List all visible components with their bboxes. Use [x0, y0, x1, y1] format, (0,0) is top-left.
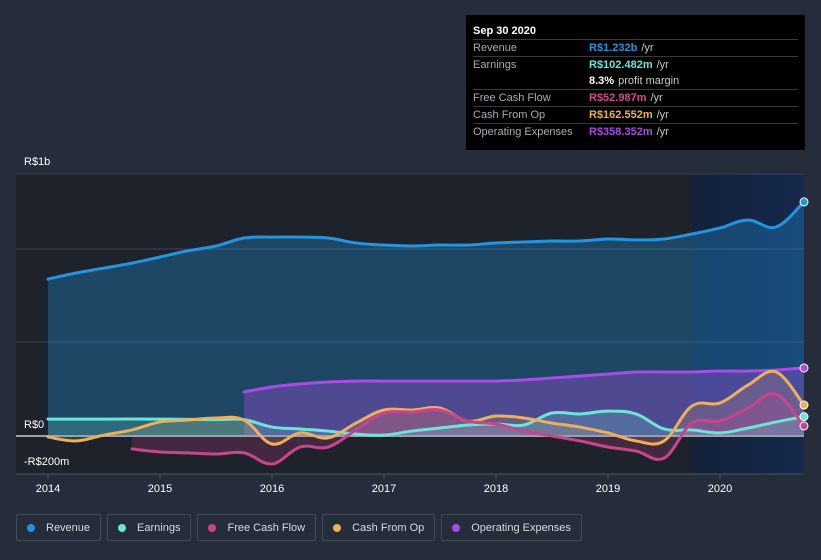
x-tick-label: 2016	[260, 483, 284, 495]
legend-dot-icon	[333, 523, 342, 532]
legend-item-revenue[interactable]: Revenue	[16, 514, 102, 541]
tooltip-row: 8.3% profit margin	[473, 73, 798, 90]
tooltip-row: Cash From Op R$162.552m/yr	[473, 107, 798, 124]
x-tick-label: 2017	[372, 483, 396, 495]
tooltip-row-suffix: /yr	[641, 42, 654, 54]
legend-item-free-cash-flow[interactable]: Free Cash Flow	[197, 514, 317, 541]
legend-item-earnings[interactable]: Earnings	[107, 514, 192, 541]
operating-expenses-endpoint	[799, 363, 809, 373]
legend-dot-icon	[27, 523, 35, 532]
x-tick-label: 2018	[484, 483, 508, 495]
legend-dot-icon	[208, 523, 217, 532]
cash-from-op-endpoint	[799, 400, 809, 410]
y-tick-label: -R$200m	[24, 456, 70, 468]
tooltip-row-value: R$162.552m	[589, 109, 653, 121]
tooltip-row-suffix: /yr	[656, 109, 669, 121]
tooltip-row: Revenue R$1.232b/yr	[473, 40, 798, 57]
tooltip-row-value: R$52.987m	[589, 92, 647, 104]
tooltip-row: Earnings R$102.482m/yr	[473, 57, 798, 73]
legend-dot-icon	[118, 523, 127, 532]
tooltip-row-label: Operating Expenses	[473, 126, 573, 138]
tooltip-row-label	[473, 73, 589, 89]
x-tick-label: 2015	[148, 483, 172, 495]
tooltip-row-suffix: /yr	[650, 92, 663, 104]
legend-item-cash-from-op[interactable]: Cash From Op	[322, 514, 436, 541]
legend: Revenue Earnings Free Cash Flow Cash From O…	[16, 514, 582, 541]
legend-dot-icon	[452, 523, 461, 532]
tooltip-row-label: Earnings	[473, 59, 517, 71]
tooltip-row-value: R$102.482m	[589, 59, 653, 71]
tooltip-row-suffix: profit margin	[618, 75, 680, 87]
tooltip: Sep 30 2020 Revenue R$1.232b/yr Earnings R$…	[466, 15, 805, 150]
earnings-endpoint	[799, 412, 809, 422]
y-tick-label: R$1b	[24, 156, 51, 168]
x-tick-label: 2019	[596, 483, 620, 495]
tooltip-row-value: 8.3%	[589, 75, 615, 87]
tooltip-row-value: R$1.232b	[589, 42, 638, 54]
x-tick-label: 2020	[708, 483, 732, 495]
tooltip-row-value: R$358.352m	[589, 126, 653, 138]
tooltip-row-suffix: /yr	[656, 59, 669, 71]
tooltip-row-label: Free Cash Flow	[473, 92, 551, 104]
tooltip-row-label: Revenue	[473, 42, 518, 54]
tooltip-row: Operating Expenses R$358.352m/yr	[473, 124, 798, 140]
legend-label: Revenue	[46, 521, 91, 534]
x-tick-label: 2014	[36, 483, 60, 495]
free-cash-flow-endpoint	[799, 421, 809, 431]
legend-item-operating-expenses[interactable]: Operating Expenses	[441, 514, 582, 541]
tooltip-row-suffix: /yr	[656, 126, 669, 138]
tooltip-row-label: Cash From Op	[473, 109, 546, 121]
y-tick-label: R$0	[24, 419, 45, 431]
legend-label: Operating Expenses	[471, 521, 571, 534]
tooltip-row: Free Cash Flow R$52.987m/yr	[473, 90, 798, 107]
legend-label: Cash From Op	[352, 521, 425, 534]
tooltip-date: Sep 30 2020	[473, 23, 798, 40]
legend-label: Earnings	[137, 521, 181, 534]
revenue-endpoint	[799, 197, 809, 207]
legend-label: Free Cash Flow	[227, 521, 306, 534]
